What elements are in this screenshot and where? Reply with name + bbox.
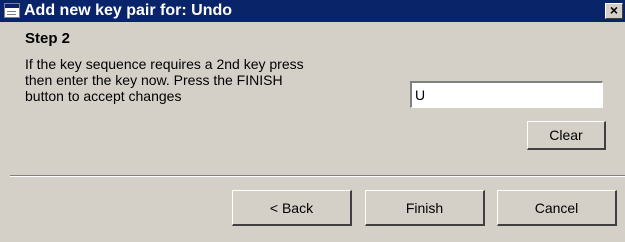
key-input[interactable] (410, 81, 603, 108)
window-title: Add new key pair for: Undo (24, 2, 233, 19)
step-title: Step 2 (25, 30, 71, 47)
dialog-window: Add new key pair for: Undo × Step 2 If t… (0, 0, 625, 242)
back-button[interactable]: < Back (232, 190, 352, 226)
instruction-line: then enter the key now. Press the FINISH (25, 72, 283, 88)
separator (10, 175, 625, 177)
window-icon (4, 3, 20, 18)
clear-button[interactable]: Clear (527, 121, 606, 150)
close-button[interactable]: × (605, 3, 623, 19)
cancel-button[interactable]: Cancel (497, 190, 617, 226)
instruction-line: button to accept changes (25, 88, 182, 104)
instruction-line: If the key sequence requires a 2nd key p… (25, 56, 304, 72)
instruction-text: If the key sequence requires a 2nd key p… (25, 56, 405, 104)
title-bar[interactable]: Add new key pair for: Undo × (0, 0, 625, 22)
finish-button[interactable]: Finish (365, 190, 485, 226)
close-icon: × (609, 2, 619, 18)
